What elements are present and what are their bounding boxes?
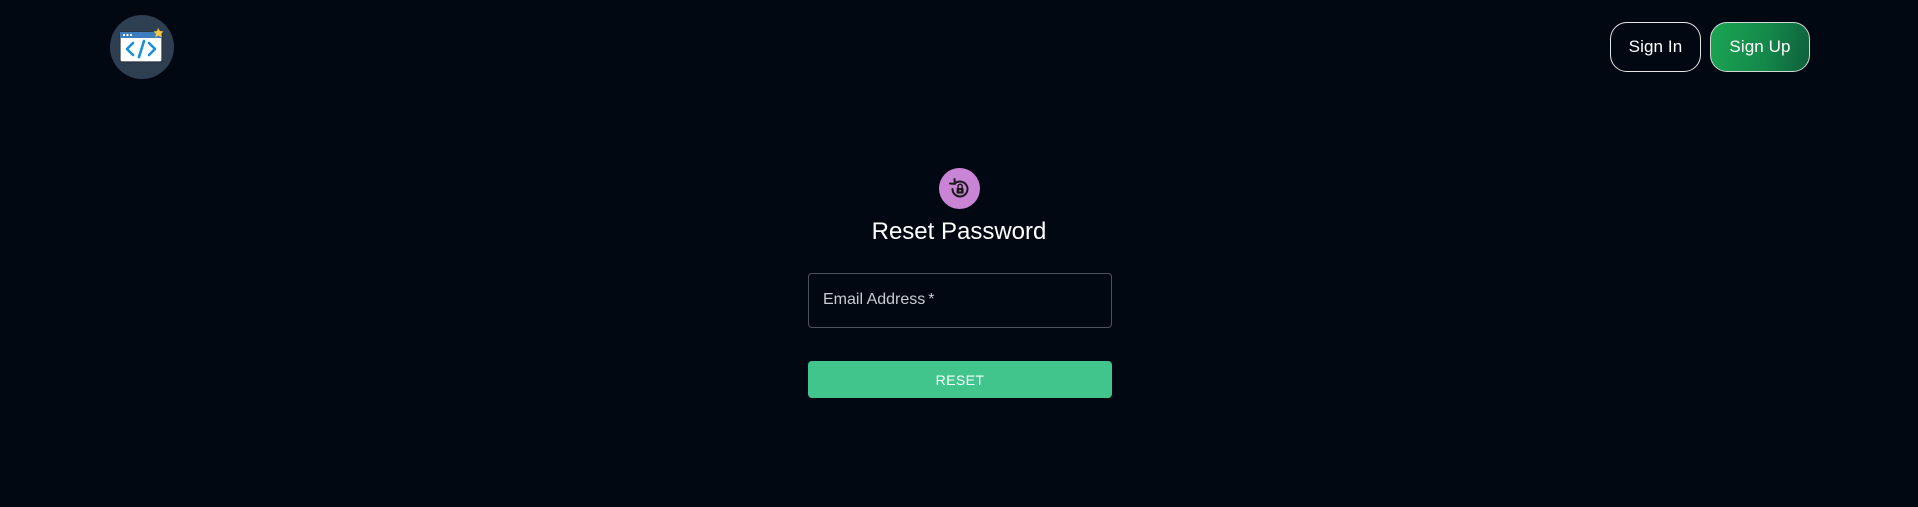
reset-password-page: Sign In Sign Up Reset Password Email Add… bbox=[0, 0, 1918, 507]
page-title: Reset Password bbox=[871, 218, 1047, 245]
site-logo[interactable] bbox=[110, 15, 174, 79]
email-input[interactable] bbox=[809, 274, 1111, 327]
email-field[interactable]: Email Address * bbox=[808, 273, 1112, 328]
code-window-icon bbox=[119, 28, 164, 63]
lock-reset-icon bbox=[948, 177, 968, 197]
reset-button[interactable]: RESET bbox=[808, 361, 1112, 398]
sign-in-button[interactable]: Sign In bbox=[1610, 22, 1701, 72]
lock-reset-avatar bbox=[939, 168, 980, 209]
sign-up-button[interactable]: Sign Up bbox=[1710, 22, 1810, 72]
